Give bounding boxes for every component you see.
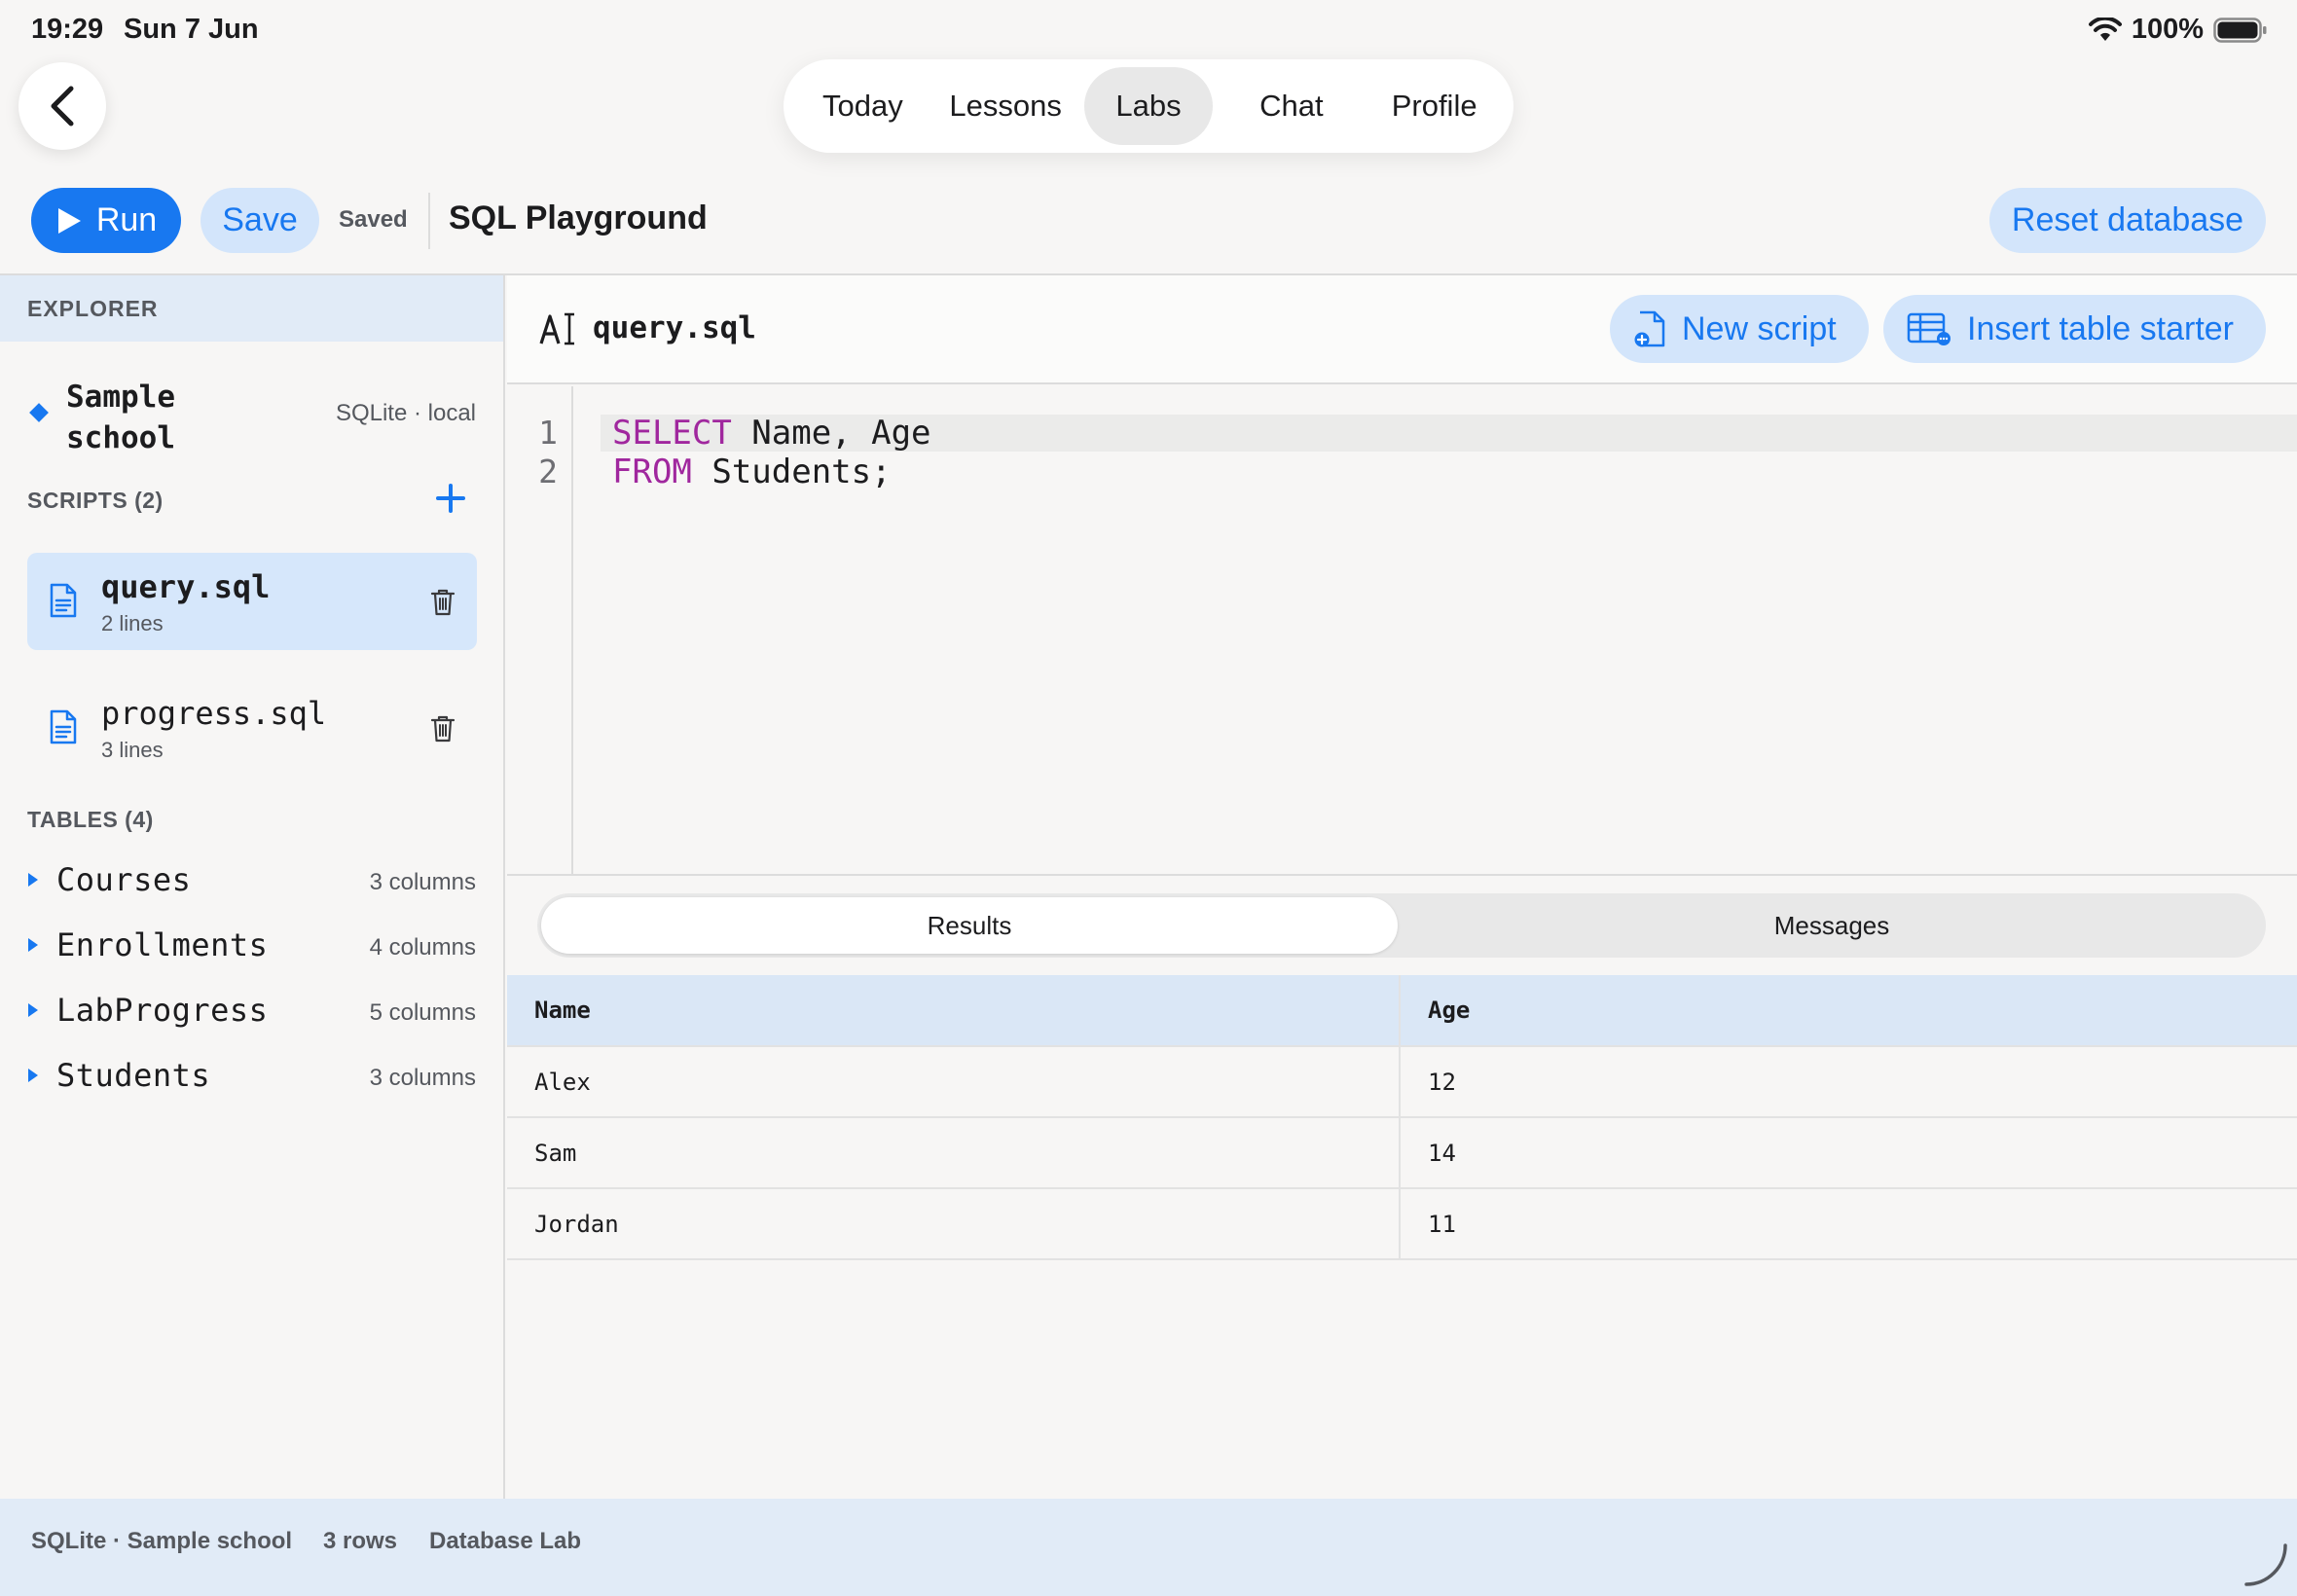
status-time: 19:29 xyxy=(31,14,104,45)
tab-chat[interactable]: Chat xyxy=(1221,67,1364,145)
document-icon xyxy=(50,709,77,744)
tab-today[interactable]: Today xyxy=(791,67,934,145)
column-header-age: Age xyxy=(1428,997,1471,1024)
cell-age: 11 xyxy=(1428,1210,1456,1238)
cell-name: Jordan xyxy=(507,1189,1401,1258)
script-line-count: 3 lines xyxy=(101,738,164,762)
resize-handle-icon[interactable] xyxy=(2242,1542,2289,1588)
table-header-row: Name Age xyxy=(507,975,2297,1047)
sql-text: Name, Age xyxy=(731,414,931,453)
table-column-count: 3 columns xyxy=(369,1065,476,1091)
document-icon xyxy=(50,583,77,618)
editor-filename: query.sql xyxy=(593,310,756,345)
table-column-count: 3 columns xyxy=(369,869,476,895)
text-cursor-icon xyxy=(539,312,574,345)
table-name: Courses xyxy=(56,861,192,898)
cell-age: 12 xyxy=(1428,1068,1456,1096)
explorer-header: EXPLORER xyxy=(0,275,503,342)
tables-section-label: TABLES (4) xyxy=(27,807,154,832)
line-number-gutter: 1 2 xyxy=(507,386,573,874)
results-table: Name Age Alex 12 Sam 14 Jordan 11 xyxy=(507,975,2297,1260)
table-row: Alex 12 xyxy=(507,1047,2297,1118)
database-item[interactable]: Sample school SQLite · local xyxy=(0,365,503,462)
run-button[interactable]: Run xyxy=(31,188,181,253)
script-name: query.sql xyxy=(101,568,271,605)
save-button[interactable]: Save xyxy=(201,188,319,253)
tab-labs[interactable]: Labs xyxy=(1084,67,1213,145)
editor-header: query.sql New script Insert table starte… xyxy=(507,275,2297,384)
table-row: Sam 14 xyxy=(507,1118,2297,1189)
table-item-enrollments[interactable]: Enrollments 4 columns xyxy=(0,919,503,973)
sql-keyword: SELECT xyxy=(612,414,732,453)
script-item-query[interactable]: query.sql 2 lines xyxy=(27,553,477,650)
footer-engine: SQLite · Sample school xyxy=(31,1528,293,1554)
code-line: SELECT Name, Age xyxy=(612,414,931,453)
column-header-name: Name xyxy=(507,975,1401,1045)
table-name: LabProgress xyxy=(56,992,269,1029)
table-name: Enrollments xyxy=(56,926,269,963)
insert-table-starter-label: Insert table starter xyxy=(1967,309,2235,347)
cell-age: 14 xyxy=(1428,1139,1456,1167)
table-column-count: 4 columns xyxy=(369,934,476,961)
line-number: 1 xyxy=(538,414,558,452)
code-line: FROM Students; xyxy=(612,453,892,491)
cell-name: Alex xyxy=(507,1047,1401,1116)
page-title: SQL Playground xyxy=(449,200,708,236)
database-meta: SQLite · local xyxy=(335,400,476,426)
play-icon xyxy=(57,207,81,234)
trash-icon[interactable] xyxy=(430,714,456,744)
cell-name: Sam xyxy=(507,1118,1401,1187)
results-divider xyxy=(507,874,2297,876)
table-name: Students xyxy=(56,1057,211,1094)
disclosure-triangle-icon xyxy=(28,873,38,887)
sql-keyword: FROM xyxy=(612,453,692,491)
script-name: progress.sql xyxy=(101,695,327,732)
disclosure-triangle-icon xyxy=(28,938,38,952)
tab-results[interactable]: Results xyxy=(541,897,1398,954)
new-script-button[interactable]: New script xyxy=(1610,295,1869,363)
trash-icon[interactable] xyxy=(430,588,456,617)
insert-table-starter-button[interactable]: Insert table starter xyxy=(1883,295,2266,363)
status-right: 100% xyxy=(2088,14,2268,46)
saved-status: Saved xyxy=(339,206,408,233)
tab-lessons[interactable]: Lessons xyxy=(934,67,1077,145)
chevron-left-icon xyxy=(51,86,74,127)
tab-messages[interactable]: Messages xyxy=(1402,897,2262,954)
script-item-progress[interactable]: progress.sql 3 lines xyxy=(27,679,477,777)
add-script-plus-icon[interactable] xyxy=(434,482,467,515)
table-insert-icon xyxy=(1907,312,1951,345)
back-button[interactable] xyxy=(18,62,106,150)
table-row: Jordan 11 xyxy=(507,1189,2297,1260)
script-line-count: 2 lines xyxy=(101,611,164,635)
scripts-section-label: SCRIPTS (2) xyxy=(27,488,164,513)
toolbar-divider xyxy=(428,193,430,249)
disclosure-triangle-icon xyxy=(28,1069,38,1082)
table-item-courses[interactable]: Courses 3 columns xyxy=(0,853,503,908)
sidebar-explorer: EXPLORER Sample school SQLite · local SC… xyxy=(0,275,505,1499)
line-number: 2 xyxy=(538,453,558,490)
tab-profile[interactable]: Profile xyxy=(1363,67,1506,145)
table-item-students[interactable]: Students 3 columns xyxy=(0,1049,503,1104)
new-document-icon xyxy=(1634,310,1665,347)
run-label: Run xyxy=(95,201,158,238)
footer-status-bar: SQLite · Sample school 3 rows Database L… xyxy=(0,1499,2297,1596)
results-segmented-control: Results Messages xyxy=(537,893,2266,958)
status-bar: 19:29 Sun 7 Jun 100% xyxy=(0,0,2297,60)
table-column-count: 5 columns xyxy=(369,999,476,1026)
status-date: Sun 7 Jun xyxy=(124,14,259,45)
new-script-label: New script xyxy=(1682,309,1837,347)
footer-app-name: Database Lab xyxy=(429,1528,582,1554)
footer-row-count: 3 rows xyxy=(323,1528,398,1554)
battery-icon xyxy=(2213,17,2267,43)
table-item-labprogress[interactable]: LabProgress 5 columns xyxy=(0,984,503,1038)
top-navigation: Today Lessons Labs Chat Profile xyxy=(784,59,1513,153)
battery-percent: 100% xyxy=(2131,14,2204,45)
wifi-icon xyxy=(2088,17,2122,41)
sql-text: Students; xyxy=(691,453,892,491)
disclosure-triangle-icon xyxy=(28,1003,38,1017)
reset-database-button[interactable]: Reset database xyxy=(1989,188,2266,253)
database-name: Sample school xyxy=(66,380,175,455)
code-editor[interactable]: 1 2 SELECT Name, Age FROM Students; xyxy=(507,386,2297,874)
database-diamond-icon xyxy=(29,403,49,422)
